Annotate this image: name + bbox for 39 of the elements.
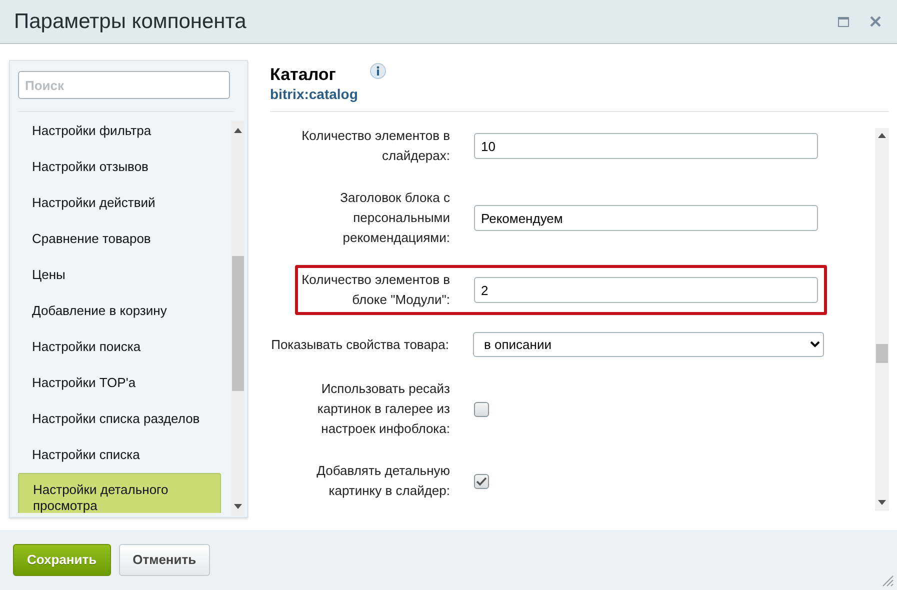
field-label: Использовать ресайз картинок в галерее из настроек инфоблока: — [316, 380, 450, 438]
checkbox[interactable] — [474, 402, 489, 416]
field-label: Количество элементов в блоке "Модули": — [300, 271, 450, 309]
scroll-up-icon[interactable] — [234, 128, 242, 133]
sidebar-item[interactable]: Сравнение товаров — [18, 221, 221, 257]
sidebar-item[interactable]: Настройки списка — [18, 437, 221, 473]
sidebar-item[interactable]: Настройки действий — [18, 185, 221, 221]
component-code: bitrix:catalog — [270, 85, 358, 104]
resize-grip-icon[interactable] — [882, 575, 894, 587]
field-label: Показывать свойства товара: — [270, 336, 449, 354]
window-title: Параметры компонента — [14, 8, 248, 35]
dropdown[interactable]: в описании — [473, 332, 824, 357]
scroll-down-icon[interactable] — [878, 500, 886, 505]
checkbox[interactable] — [474, 474, 489, 488]
input-field[interactable]: 10 — [474, 133, 818, 159]
scrollbar-thumb[interactable] — [232, 256, 244, 391]
search-field[interactable]: Поиск — [18, 71, 230, 99]
component-title: Каталог — [270, 66, 337, 84]
field-label: Заголовок блока с персональными рекомендациями: — [339, 189, 450, 247]
sidebar-item[interactable]: Настройки TOP'а — [18, 365, 221, 401]
scrollbar-thumb[interactable] — [876, 344, 888, 363]
field-label: Добавлять детальную картинку в слайдер: — [316, 462, 450, 500]
field-label: Количество элементов в слайдерах: — [300, 127, 450, 165]
sidebar-item[interactable]: Настройки отзывов — [18, 149, 221, 185]
sidebar-item[interactable]: Настройки списка разделов — [18, 401, 221, 437]
close-icon[interactable] — [867, 14, 883, 30]
info-icon[interactable] — [370, 63, 386, 79]
sidebar-item[interactable]: Настройки поиска — [18, 329, 221, 365]
sidebar-item[interactable]: Настройки фильтра — [18, 113, 221, 149]
scrollbar[interactable] — [875, 128, 889, 511]
input-field[interactable]: Рекомендуем — [474, 205, 818, 231]
sidebar-item[interactable]: Настройки детального просмотра — [18, 473, 221, 513]
cancel-button[interactable]: Отменить — [118, 544, 210, 576]
input-field[interactable]: 2 — [474, 277, 818, 303]
scroll-down-icon[interactable] — [234, 504, 242, 509]
scrollbar[interactable] — [231, 121, 245, 516]
scroll-up-icon[interactable] — [878, 133, 886, 138]
sidebar-item[interactable]: Добавление в корзину — [18, 293, 221, 329]
sidebar-item[interactable]: Цены — [18, 257, 221, 293]
